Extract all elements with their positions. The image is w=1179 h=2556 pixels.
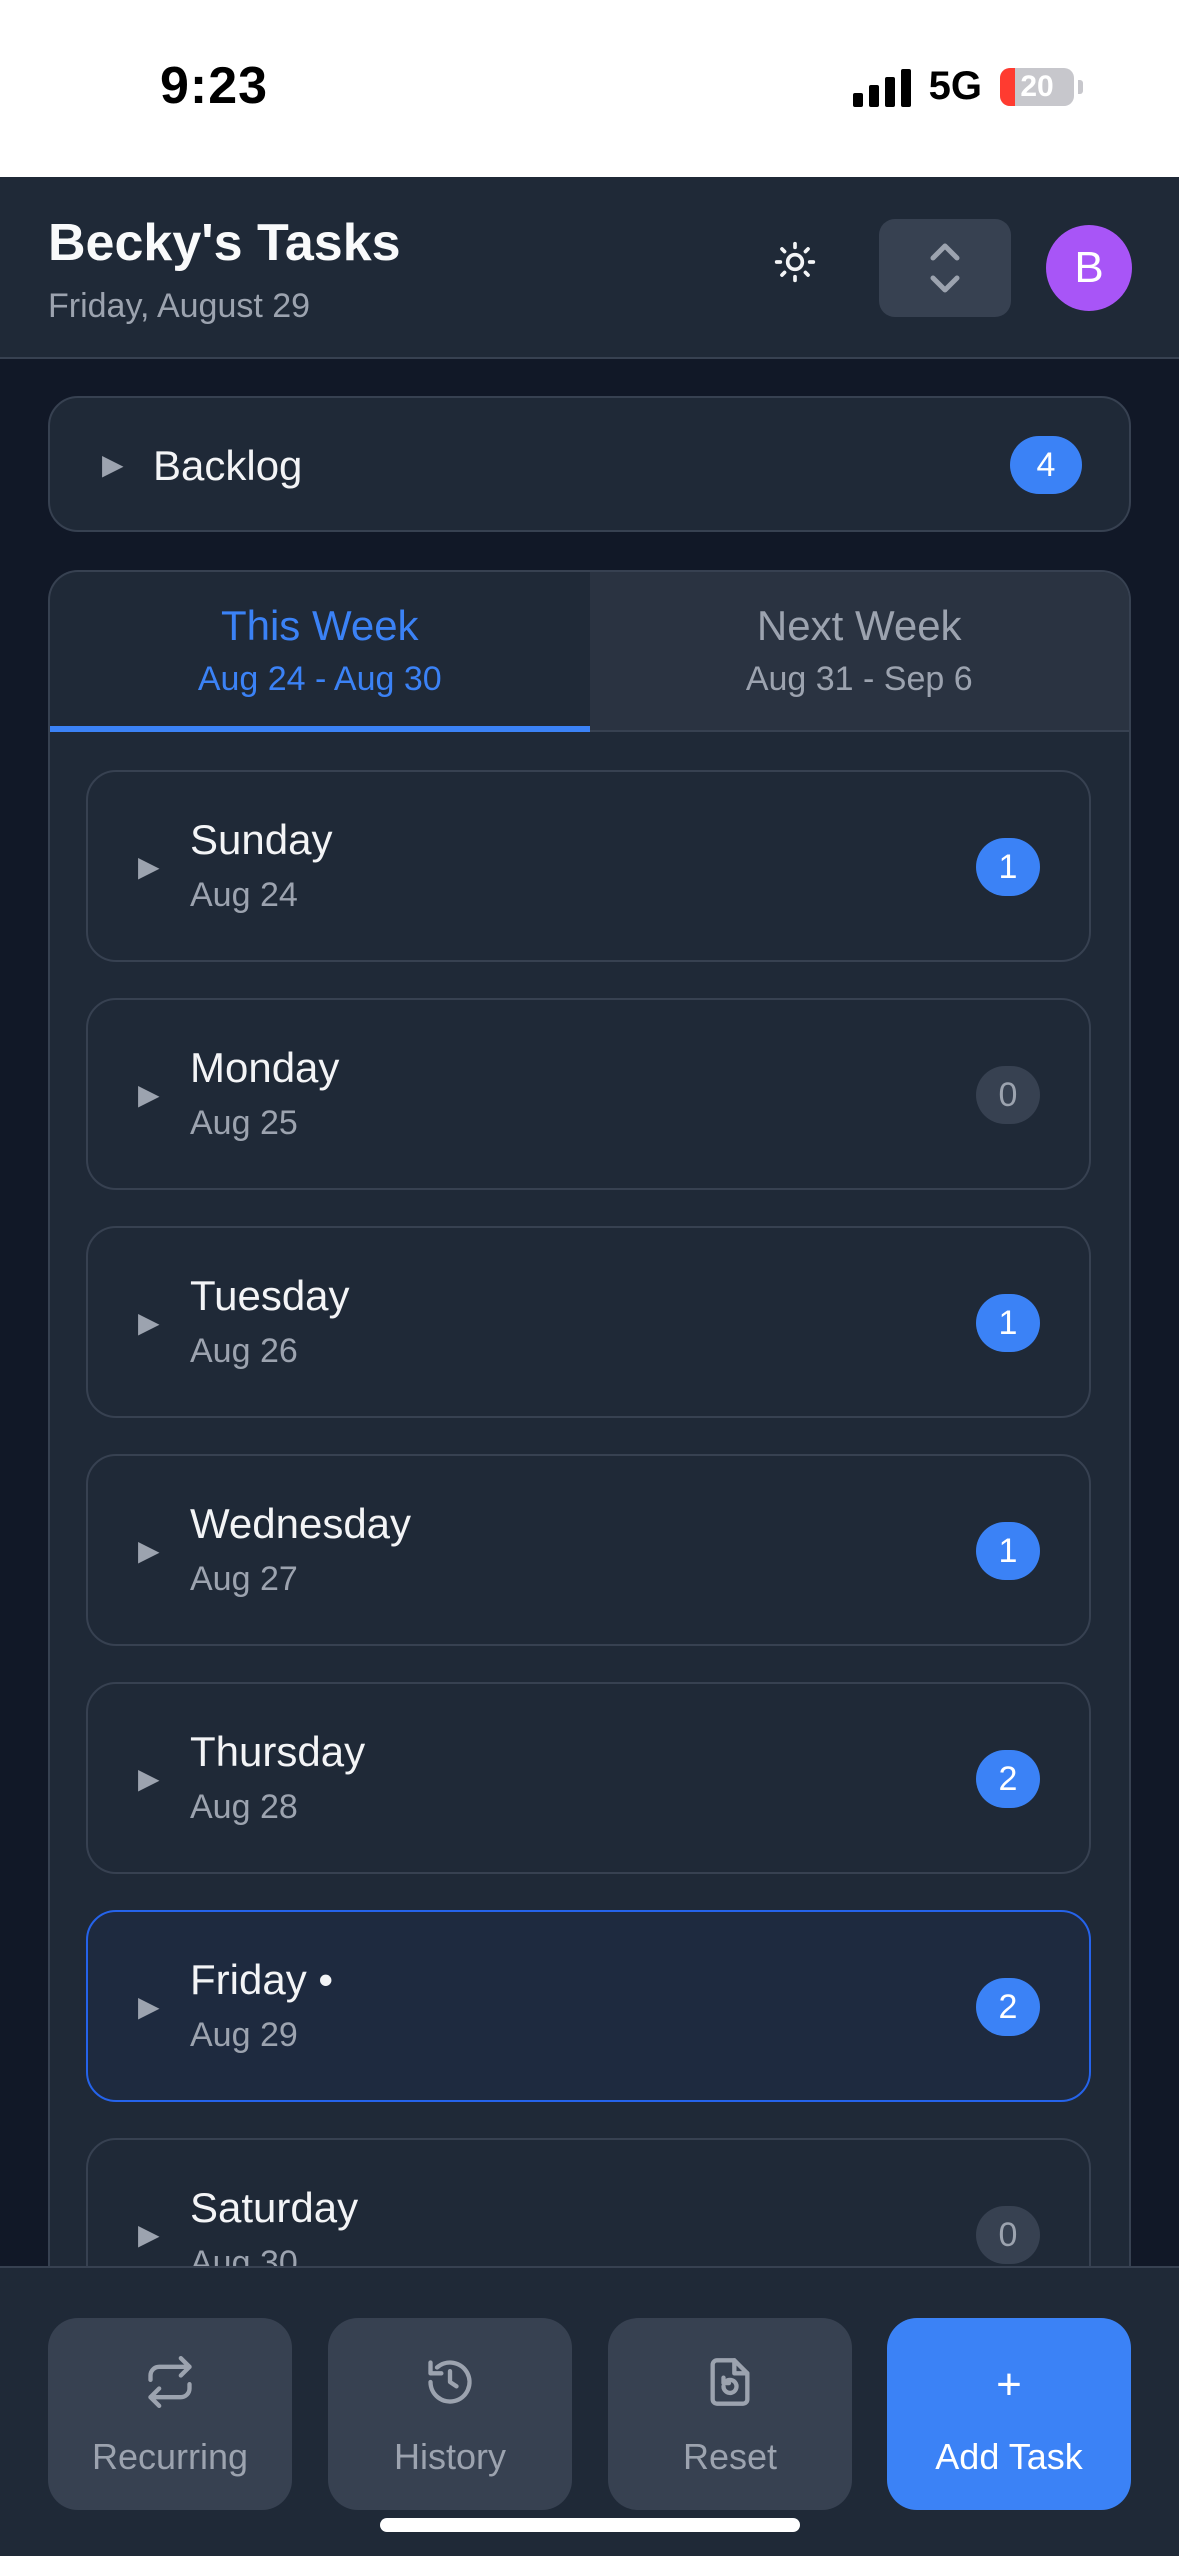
day-date: Aug 25 [190, 1104, 298, 1142]
avatar[interactable]: B [1046, 225, 1132, 311]
backlog-label: Backlog [153, 442, 303, 489]
theme-toggle-button[interactable] [760, 227, 830, 297]
sun-icon [774, 241, 816, 283]
day-date: Aug 27 [190, 1560, 298, 1598]
file-reset-icon [710, 2358, 750, 2406]
status-indicators: 5G 20 [852, 64, 1083, 109]
page-title: Becky's Tasks [48, 214, 401, 272]
status-time: 9:23 [160, 57, 269, 115]
day-name: Friday • [190, 1956, 334, 2003]
task-count-badge: 1 [976, 1294, 1040, 1352]
day-name: Monday [190, 1044, 340, 1091]
day-name: Thursday [190, 1728, 366, 1775]
home-indicator[interactable] [380, 2518, 800, 2532]
battery-tip [1078, 79, 1083, 94]
tab-label: This Week [220, 602, 419, 649]
chevrons-up-down-icon [930, 243, 960, 293]
day-name: Tuesday [190, 1272, 350, 1319]
task-count-badge: 0 [976, 1066, 1040, 1124]
repeat-icon [148, 2356, 192, 2408]
battery-level: 20 [1020, 69, 1054, 103]
day-date: Aug 28 [190, 1788, 298, 1826]
day-card-tuesday[interactable]: ▶ Tuesday Aug 26 1 [86, 1226, 1091, 1418]
history-icon [428, 2360, 472, 2404]
expand-collapse-button[interactable] [879, 219, 1011, 317]
day-name: Wednesday [190, 1500, 412, 1547]
day-date: Aug 29 [190, 2016, 298, 2054]
day-card-wednesday[interactable]: ▶ Wednesday Aug 27 1 [86, 1454, 1091, 1646]
task-count-badge: 2 [976, 1978, 1040, 2036]
caret-right-icon: ▶ [102, 449, 124, 480]
task-count-badge: 1 [976, 838, 1040, 896]
tab-this-week[interactable]: This Week Aug 24 - Aug 30 [50, 572, 590, 732]
backlog-section[interactable]: ▶ Backlog 4 [48, 396, 1131, 532]
add-task-label: Add Task [935, 2436, 1083, 2477]
tab-label: Next Week [756, 602, 962, 649]
caret-right-icon: ▶ [138, 1991, 160, 2022]
bottom-action-bar: Recurring History Reset + Add Task [0, 2266, 1179, 2556]
caret-right-icon: ▶ [138, 1763, 160, 1794]
caret-right-icon: ▶ [138, 2219, 160, 2250]
task-count-badge: 0 [976, 2206, 1040, 2264]
history-button[interactable]: History [328, 2318, 572, 2510]
network-label: 5G [928, 64, 982, 108]
day-card-sunday[interactable]: ▶ Sunday Aug 24 1 [86, 770, 1091, 962]
plus-icon: + [996, 2360, 1022, 2409]
current-date: Friday, August 29 [48, 287, 311, 325]
caret-right-icon: ▶ [138, 1535, 160, 1566]
status-bar: 9:23 5G 20 [0, 0, 1179, 177]
day-date: Aug 24 [190, 876, 298, 914]
day-card-saturday[interactable]: ▶ Saturday Aug 30 0 [86, 2138, 1091, 2270]
task-count-badge: 1 [976, 1522, 1040, 1580]
day-card-thursday[interactable]: ▶ Thursday Aug 28 2 [86, 1682, 1091, 1874]
week-panel: This Week Aug 24 - Aug 30 Next Week Aug … [48, 570, 1131, 2270]
task-count-badge: 2 [976, 1750, 1040, 1808]
recurring-label: Recurring [91, 2436, 249, 2477]
day-card-monday[interactable]: ▶ Monday Aug 25 0 [86, 998, 1091, 1190]
add-task-button[interactable]: + Add Task [887, 2318, 1131, 2510]
day-name: Sunday [190, 816, 333, 863]
battery-icon: 20 [1000, 67, 1074, 106]
tab-range: Aug 31 - Sep 6 [745, 660, 973, 698]
tab-next-week[interactable]: Next Week Aug 31 - Sep 6 [589, 572, 1129, 730]
signal-icon [852, 67, 911, 107]
reset-button[interactable]: Reset [608, 2318, 852, 2510]
backlog-count-badge: 4 [1010, 436, 1082, 494]
recurring-button[interactable]: Recurring [48, 2318, 292, 2510]
tab-range: Aug 24 - Aug 30 [197, 660, 442, 698]
reset-label: Reset [682, 2436, 778, 2477]
history-label: History [393, 2436, 506, 2477]
caret-right-icon: ▶ [138, 1307, 160, 1338]
week-tabs: This Week Aug 24 - Aug 30 Next Week Aug … [50, 572, 1129, 732]
day-date: Aug 26 [190, 1332, 298, 1370]
app-header: Becky's Tasks Friday, August 29 B [0, 177, 1179, 359]
caret-right-icon: ▶ [138, 1079, 160, 1110]
day-name: Saturday [190, 2184, 359, 2231]
caret-right-icon: ▶ [138, 851, 160, 882]
day-card-friday[interactable]: ▶ Friday • Aug 29 2 [86, 1910, 1091, 2102]
